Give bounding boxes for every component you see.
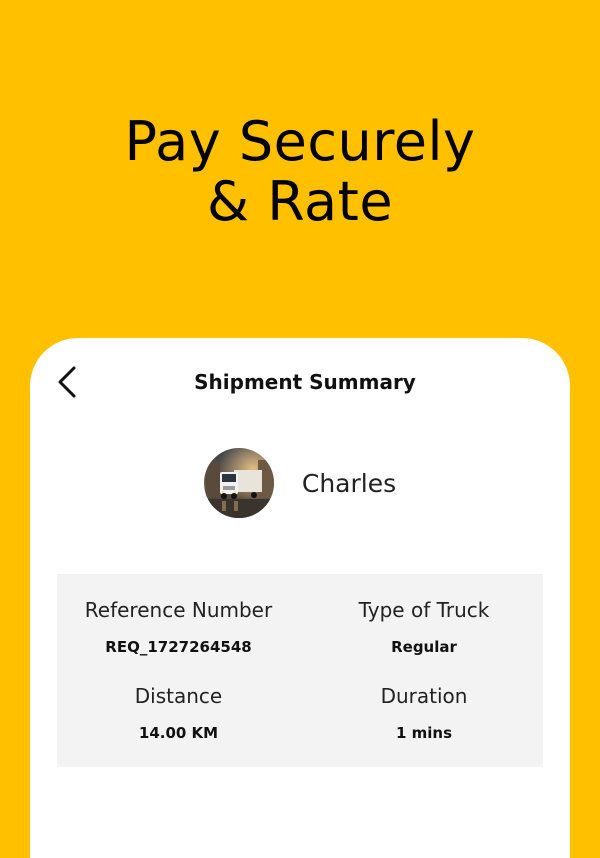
duration-cell: Duration 1 mins (300, 684, 548, 742)
truck-type-label: Type of Truck (358, 598, 490, 622)
truck-type-cell: Type of Truck Regular (300, 598, 548, 656)
screen-title: Shipment Summary (194, 370, 416, 394)
driver-name: Charles (301, 468, 397, 498)
shipment-summary-panel: Reference Number REQ_1727264548 Type of … (57, 574, 543, 767)
distance-label: Distance (134, 684, 223, 708)
reference-number-cell: Reference Number REQ_1727264548 (57, 598, 300, 656)
promo-headline-line2: & Rate (206, 170, 394, 233)
truck-type-value: Regular (391, 638, 457, 656)
phone-screen-card: Shipment Summary Charles Reference Numbe… (30, 338, 570, 858)
truck-photo-avatar (203, 448, 274, 518)
duration-value: 1 mins (395, 724, 453, 742)
distance-value: 14.00 KM (138, 724, 219, 742)
promo-headline-line1: Pay Securely (124, 110, 476, 173)
reference-number-value: REQ_1727264548 (105, 638, 252, 656)
reference-number-label: Reference Number (84, 598, 273, 622)
promo-headline: Pay Securely & Rate (0, 112, 600, 232)
distance-cell: Distance 14.00 KM (57, 684, 300, 742)
duration-label: Duration (380, 684, 468, 708)
driver-row: Charles (30, 448, 570, 518)
driver-avatar[interactable] (203, 448, 274, 518)
